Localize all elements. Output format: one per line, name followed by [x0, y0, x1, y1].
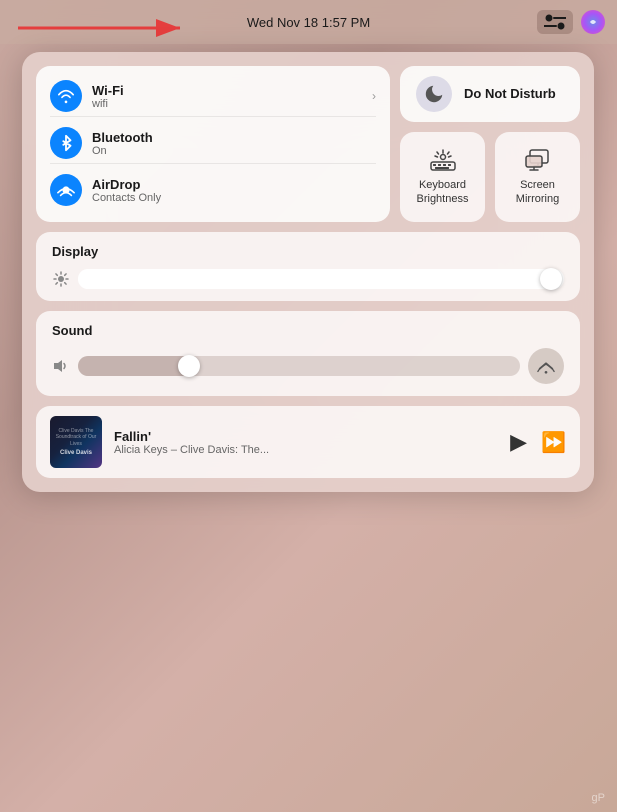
play-button[interactable]: ▶: [510, 429, 527, 455]
network-tile: Wi-Fi wifi › Bluetooth On: [36, 66, 390, 222]
right-column: Do Not Disturb: [400, 66, 580, 222]
bluetooth-text: Bluetooth On: [92, 130, 376, 157]
keyboard-brightness-label: Keyboard Brightness: [410, 178, 475, 207]
playback-controls: ▶ ⏩: [510, 429, 566, 455]
airplay-button[interactable]: [528, 348, 564, 384]
volume-icon: [52, 358, 70, 374]
datetime: Wed Nov 18 1:57 PM: [247, 15, 370, 30]
bluetooth-item[interactable]: Bluetooth On: [50, 123, 376, 164]
screen-mirroring-label: Screen Mirroring: [505, 178, 570, 207]
menu-bar-icons: [537, 10, 605, 34]
dnd-label: Do Not Disturb: [464, 86, 556, 103]
album-art: Clive Davis The Soundtrack of Our Lives …: [50, 416, 102, 468]
album-art-clive: Clive Davis: [60, 450, 92, 456]
display-section: Display: [36, 232, 580, 301]
top-row: Wi-Fi wifi › Bluetooth On: [36, 66, 580, 222]
brightness-icon: [52, 271, 70, 287]
sound-slider-row: [52, 348, 564, 384]
airdrop-icon-circle: [50, 174, 82, 206]
now-playing-artist: Alicia Keys – Clive Davis: The...: [114, 444, 498, 456]
album-art-text: Clive Davis The Soundtrack of Our Lives: [54, 428, 98, 448]
wifi-chevron: ›: [372, 89, 376, 103]
dnd-tile[interactable]: Do Not Disturb: [400, 66, 580, 122]
control-center-button[interactable]: [537, 10, 573, 34]
now-playing-title: Fallin': [114, 429, 498, 444]
now-playing-info: Fallin' Alicia Keys – Clive Davis: The..…: [114, 429, 498, 456]
watermark: gP: [592, 792, 605, 804]
now-playing-card: Clive Davis The Soundtrack of Our Lives …: [36, 406, 580, 478]
dnd-moon-icon: [416, 76, 452, 112]
bluetooth-sub: On: [92, 145, 376, 157]
screen-mirroring-icon: [524, 148, 552, 172]
keyboard-brightness-tile[interactable]: Keyboard Brightness: [400, 132, 485, 222]
display-slider[interactable]: [78, 269, 564, 289]
display-slider-row: [52, 269, 564, 289]
wifi-text: Wi-Fi wifi: [92, 83, 362, 110]
sound-slider[interactable]: [78, 356, 520, 376]
bluetooth-icon-circle: [50, 127, 82, 159]
airdrop-sub: Contacts Only: [92, 192, 376, 204]
keyboard-brightness-icon: [429, 148, 457, 172]
sound-section: Sound: [36, 311, 580, 396]
fast-forward-button[interactable]: ⏩: [541, 430, 566, 455]
control-center-panel: Wi-Fi wifi › Bluetooth On: [22, 52, 594, 492]
album-art-inner: Clive Davis The Soundtrack of Our Lives …: [50, 416, 102, 468]
airdrop-name: AirDrop: [92, 177, 376, 192]
sound-title: Sound: [52, 323, 564, 338]
airdrop-item[interactable]: AirDrop Contacts Only: [50, 170, 376, 210]
wifi-icon-circle: [50, 80, 82, 112]
wifi-item[interactable]: Wi-Fi wifi ›: [50, 76, 376, 117]
bottom-right-row: Keyboard Brightness: [400, 132, 580, 222]
screen-mirroring-tile[interactable]: Screen Mirroring: [495, 132, 580, 222]
menu-bar: Wed Nov 18 1:57 PM: [0, 0, 617, 44]
siri-button[interactable]: [581, 10, 605, 34]
bluetooth-name: Bluetooth: [92, 130, 376, 145]
airdrop-text: AirDrop Contacts Only: [92, 177, 376, 204]
wifi-sub: wifi: [92, 98, 362, 110]
wifi-name: Wi-Fi: [92, 83, 362, 98]
display-title: Display: [52, 244, 564, 259]
